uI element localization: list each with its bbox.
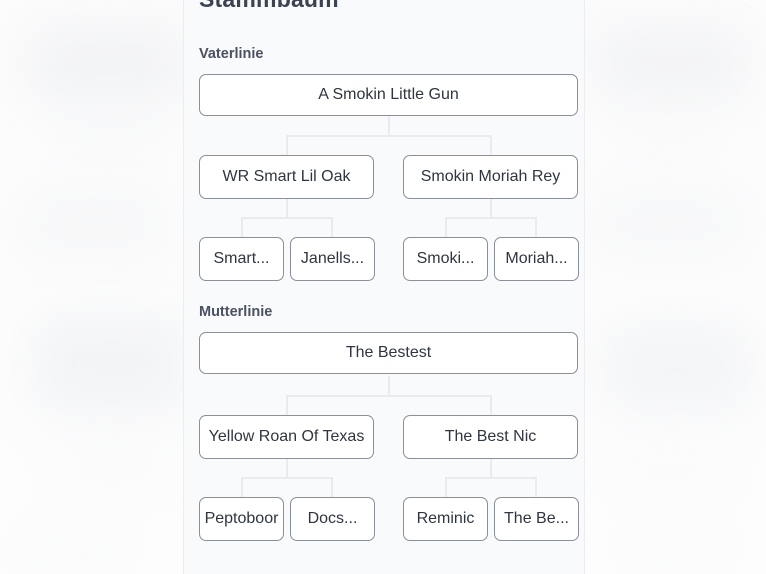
pedigree-node-dam-gen3-3[interactable]: Reminic bbox=[403, 497, 488, 541]
connector-drop bbox=[286, 395, 288, 415]
connector-drop bbox=[241, 217, 243, 237]
pedigree-node-dam-gen1[interactable]: The Bestest bbox=[199, 332, 578, 374]
page-title: Stammbaum bbox=[199, 0, 339, 13]
connector-drop bbox=[445, 217, 447, 237]
pedigree-node-dam-gen2-1[interactable]: Yellow Roan Of Texas bbox=[199, 415, 374, 459]
connector-drop bbox=[241, 477, 243, 497]
connector-drop bbox=[535, 477, 537, 497]
connector-drop bbox=[331, 217, 333, 237]
dam-line-section-label: Mutterlinie bbox=[199, 304, 273, 320]
pedigree-node-sire-gen2-2[interactable]: Smokin Moriah Rey bbox=[403, 155, 578, 199]
connector-stem bbox=[388, 376, 390, 396]
connector-stem bbox=[286, 199, 288, 218]
pedigree-modal-body: Stammbaum Vaterlinie A Smokin Little Gun… bbox=[184, 0, 584, 574]
connector-drop bbox=[445, 477, 447, 497]
pedigree-node-sire-gen3-4[interactable]: Moriah... bbox=[494, 237, 579, 281]
pedigree-node-sire-gen2-1[interactable]: WR Smart Lil Oak bbox=[199, 155, 374, 199]
pedigree-node-dam-gen3-1[interactable]: Peptoboor bbox=[199, 497, 284, 541]
sire-line-section-label: Vaterlinie bbox=[199, 46, 264, 62]
connector-drop bbox=[286, 135, 288, 155]
connector-stem bbox=[388, 116, 390, 136]
connector-bar bbox=[445, 217, 536, 219]
pedigree-node-sire-gen3-2[interactable]: Janells... bbox=[290, 237, 375, 281]
connector-drop bbox=[490, 395, 492, 415]
pedigree-node-sire-gen3-3[interactable]: Smoki... bbox=[403, 237, 488, 281]
connector-bar bbox=[241, 217, 332, 219]
pedigree-node-dam-gen3-4[interactable]: The Be... bbox=[494, 497, 579, 541]
pedigree-modal: Stammbaum Vaterlinie A Smokin Little Gun… bbox=[183, 0, 585, 574]
pedigree-node-sire-gen1[interactable]: A Smokin Little Gun bbox=[199, 74, 578, 116]
pedigree-node-dam-gen2-2[interactable]: The Best Nic bbox=[403, 415, 578, 459]
connector-drop bbox=[331, 477, 333, 497]
connector-bar bbox=[445, 477, 536, 479]
pedigree-node-sire-gen3-1[interactable]: Smart... bbox=[199, 237, 284, 281]
connector-bar bbox=[286, 135, 491, 137]
connector-bar bbox=[241, 477, 332, 479]
connector-stem bbox=[286, 459, 288, 478]
connector-stem bbox=[490, 199, 492, 218]
pedigree-node-dam-gen3-2[interactable]: Docs... bbox=[290, 497, 375, 541]
connector-drop bbox=[490, 135, 492, 155]
connector-stem bbox=[490, 459, 492, 478]
connector-drop bbox=[535, 217, 537, 237]
connector-bar bbox=[286, 395, 491, 397]
